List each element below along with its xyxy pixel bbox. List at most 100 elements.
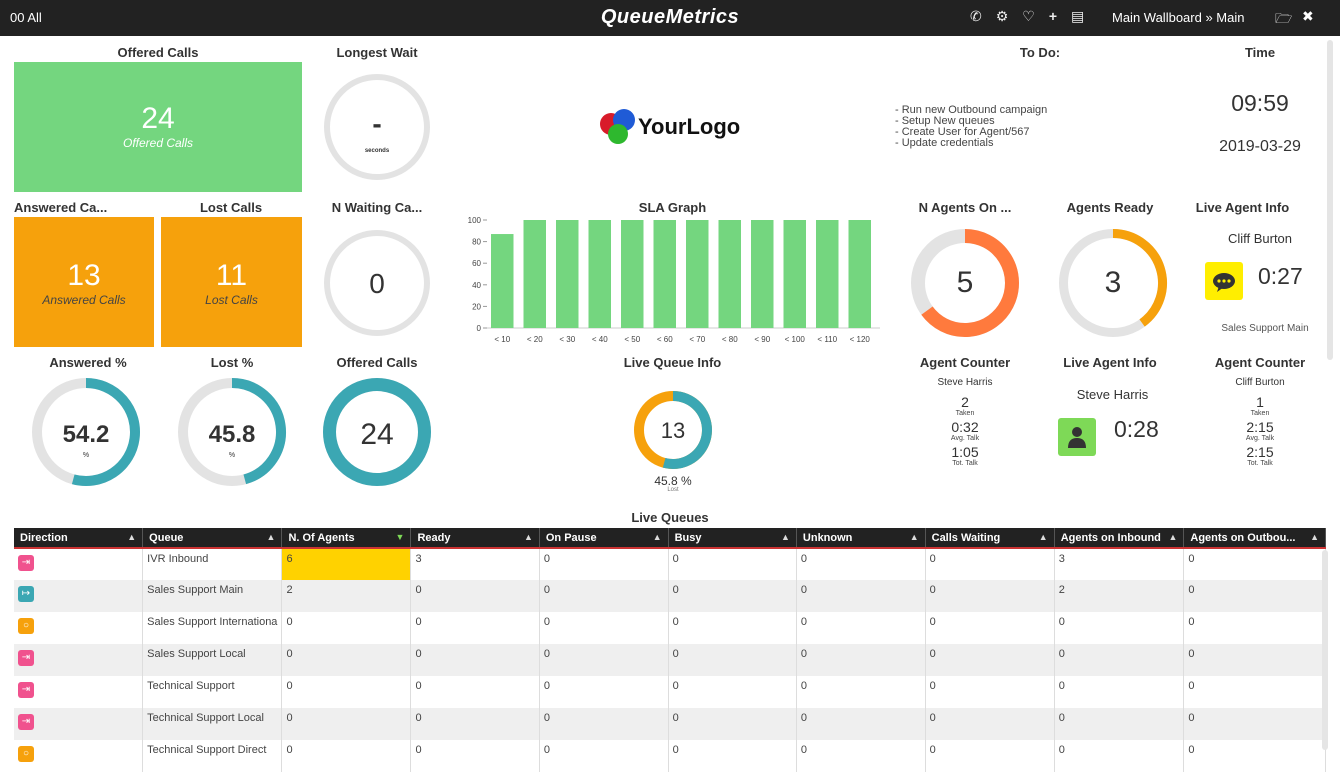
table-cell: 0 [1183,740,1326,772]
column-header-label: Calls Waiting [931,531,1001,544]
outbound-icon: ↦ [18,586,34,602]
sort-asc-icon[interactable]: ▲ [910,532,919,542]
direction-cell: ⇥ [14,676,144,708]
table-row[interactable]: ↦ Sales Support Main 2 0 0 0 0 0 2 0 [14,580,1326,612]
sort-asc-icon[interactable]: ▲ [1168,532,1177,542]
table-cell: 0 [796,708,926,740]
column-header[interactable]: On Pause ▲ [539,528,669,548]
table-cell: 0 [796,580,926,612]
column-header[interactable]: Agents on Outbou... ▲ [1183,528,1326,548]
table-row[interactable]: ⇥ Technical Support 0 0 0 0 0 0 0 0 [14,676,1326,708]
lost-pct-value: 45.8 [208,421,256,448]
table-cell: 0 [539,676,669,708]
table-row[interactable]: ⇥ IVR Inbound 6 3 0 0 0 0 3 0 [14,548,1326,580]
table-cell: 0 [1183,708,1326,740]
heart-icon[interactable]: ♡ [1022,8,1035,25]
column-header[interactable]: Calls Waiting ▲ [925,528,1055,548]
time-title: Time [1244,45,1276,60]
inbound-icon: ⇥ [18,714,34,730]
agent-counter-2: Cliff Burton 1 Taken 2:15 Avg. Talk 2:15… [1190,377,1330,467]
sort-asc-icon[interactable]: ▲ [781,532,790,542]
answered-calls-sub: Answered Calls [42,293,126,307]
table-row[interactable]: ○ Sales Support Internationa 0 0 0 0 0 0 0 0 [14,612,1326,644]
company-logo: YourLogo [598,108,758,148]
column-header[interactable]: Unknown ▲ [796,528,926,548]
table-cell: 0 [925,740,1055,772]
gears-icon[interactable]: ⚙ [996,8,1009,25]
table-row[interactable]: ⇥ Technical Support Local 0 0 0 0 0 0 0 0 [14,708,1326,740]
scrollbar[interactable] [1327,40,1333,360]
x-tick-label: < 120 [850,335,871,344]
column-header[interactable]: Queue ▲ [142,528,283,548]
sort-asc-icon[interactable]: ▲ [267,532,276,542]
table-cell: 0 [668,740,797,772]
inbound-icon: ⇥ [18,650,34,666]
lost-pct-title: Lost % [210,355,254,370]
table-cell: 0 [1054,740,1185,772]
table-cell: 3 [410,548,540,580]
inbound-icon: ⇥ [18,682,34,698]
open-folder-icon[interactable]: 🗁 [1275,8,1292,32]
table-cell: 0 [410,580,540,612]
logo-text: YourLogo [638,114,741,139]
table-cell: 0 [410,612,540,644]
column-header-label: On Pause [545,531,597,544]
plus-icon[interactable]: + [1049,8,1057,25]
agent-counter-1: Steve Harris 2 Taken 0:32 Avg. Talk 1:05… [895,377,1035,467]
table-cell: 0 [1183,612,1326,644]
n-agents-on-value: 5 [956,266,974,299]
sort-asc-icon[interactable]: ▲ [127,532,136,542]
x-tick-label: < 20 [527,335,543,344]
live-queue-pct: 45.8 % [654,474,692,488]
table-cell: 0 [925,708,1055,740]
table-cell: 0 [668,580,797,612]
sort-desc-icon[interactable]: ▼ [396,532,405,542]
y-tick-label: 40 [472,281,481,290]
queue-selector[interactable]: 00 All [10,10,42,25]
x-tick-label: < 110 [817,335,837,344]
table-cell: 0 [796,612,926,644]
todo-title: To Do: [1019,45,1061,60]
live-agent-queue: Sales Support Main [1221,323,1309,334]
sort-asc-icon[interactable]: ▲ [524,532,533,542]
list-icon[interactable]: ▤ [1071,8,1084,25]
direction-cell: ⇥ [14,708,144,740]
x-tick-label: < 10 [494,335,510,344]
phone-icon[interactable]: ✆ [970,8,982,25]
table-cell: 2 [1054,580,1185,612]
y-tick-label: 80 [472,238,481,247]
breadcrumb[interactable]: Main Wallboard » Main [1112,10,1244,25]
table-cell: 0 [925,580,1055,612]
column-header[interactable]: Direction ▲ [14,528,144,548]
y-tick-label: 20 [472,302,481,311]
offered-gauge-value: 24 [360,418,394,451]
table-cell: 0 [539,580,669,612]
table-row[interactable]: ○ Technical Support Direct 0 0 0 0 0 0 0 0 [14,740,1326,772]
sla-graph-title: SLA Graph [638,200,707,215]
column-header[interactable]: Ready ▲ [410,528,540,548]
column-header[interactable]: Agents on Inbound ▲ [1054,528,1185,548]
clock: 09:59 [1231,90,1289,116]
column-header[interactable]: Busy ▲ [668,528,797,548]
sort-asc-icon[interactable]: ▲ [1310,532,1319,542]
sort-asc-icon[interactable]: ▲ [1039,532,1048,542]
y-tick-label: 60 [472,259,481,268]
table-cell: 0 [796,740,926,772]
column-header[interactable]: N. Of Agents ▼ [281,528,412,548]
table-cell: 0 [668,708,797,740]
table-cell: 0 [796,644,926,676]
table-scrollbar[interactable] [1322,550,1328,750]
avg-talk-label: Avg. Talk [950,435,980,442]
taken-label: Taken [1250,410,1270,417]
table-cell: 0 [925,676,1055,708]
table-cell: 0 [668,612,797,644]
table-cell: 0 [410,676,540,708]
direction-cell: ↦ [14,580,144,612]
table-row[interactable]: ⇥ Sales Support Local 0 0 0 0 0 0 0 0 [14,644,1326,676]
column-header-label: N. Of Agents [288,531,355,544]
n-waiting-value: 0 [369,268,385,299]
column-header-label: Queue [149,531,184,544]
sort-asc-icon[interactable]: ▲ [653,532,662,542]
close-icon[interactable]: ✖ [1302,8,1314,25]
table-cell: 0 [281,676,412,708]
